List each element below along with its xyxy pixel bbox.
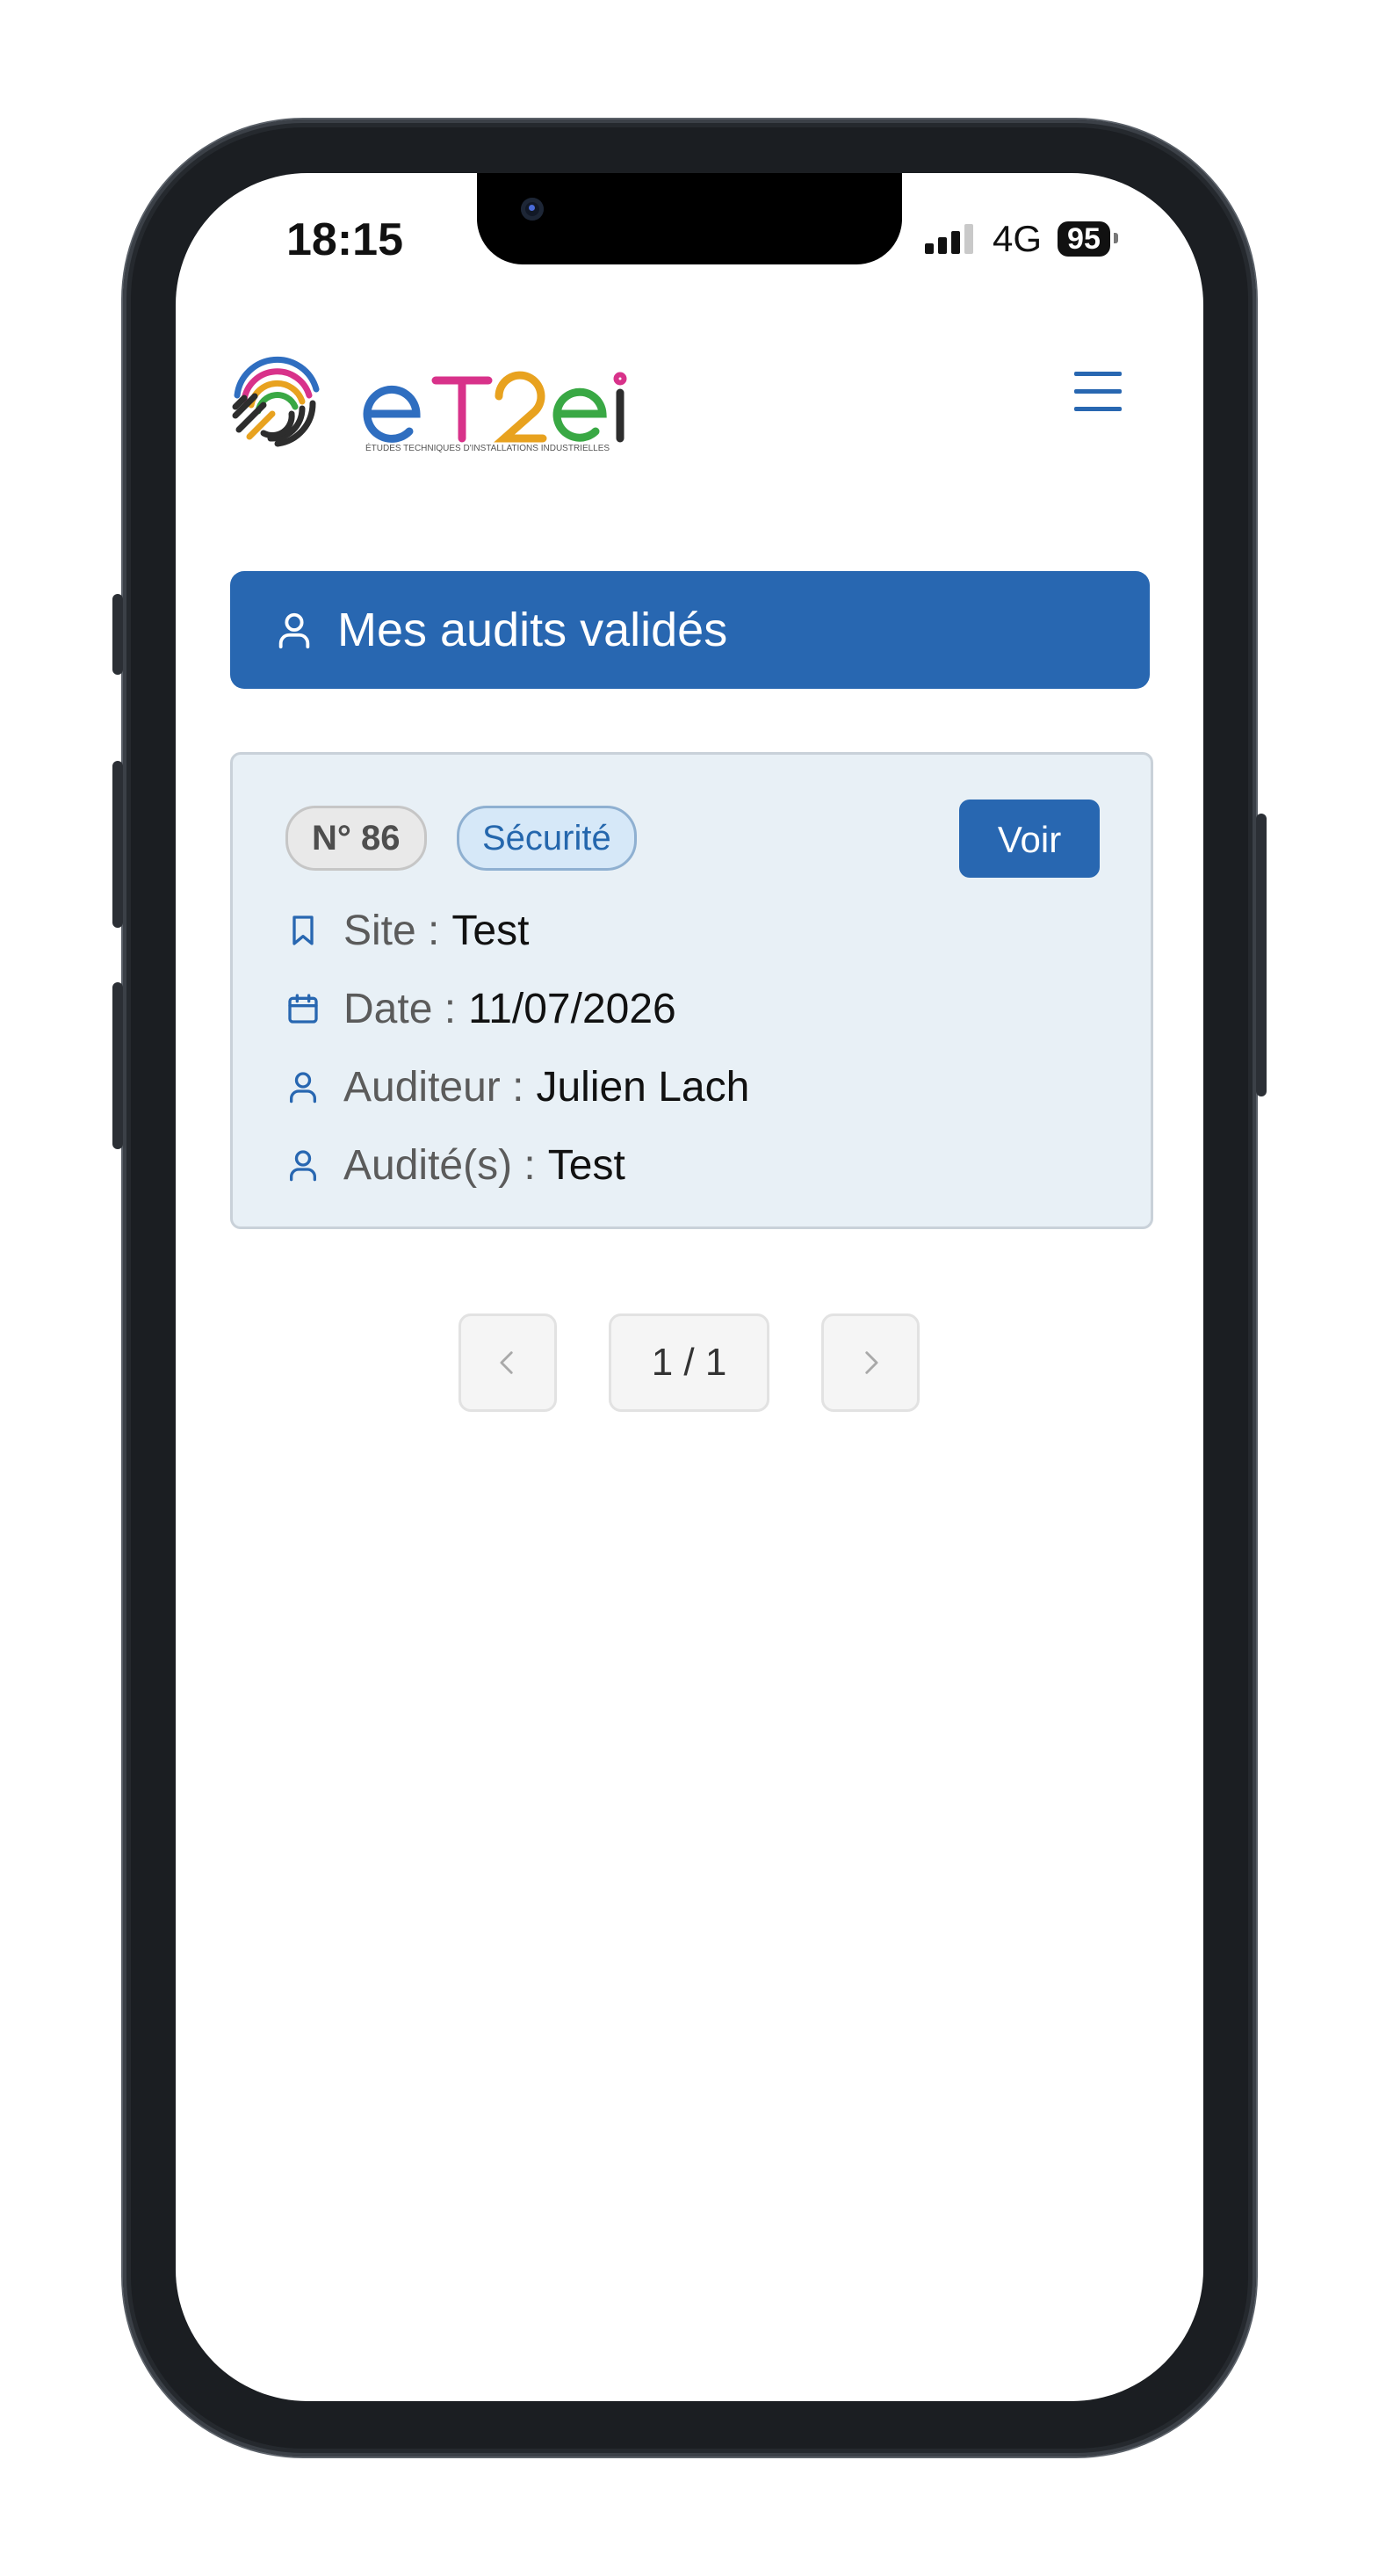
chevron-right-icon (865, 1351, 878, 1374)
next-page-button[interactable] (821, 1313, 920, 1412)
calendar-icon (288, 994, 318, 1024)
app-screen: 18:15 4G 95 ÉTUDES TECHNIQUES D'INSTALLA… (176, 173, 1203, 2401)
auditor-row: Auditeur : Julien Lach (285, 1062, 749, 1111)
phone-power-button (1256, 814, 1267, 1096)
site-label: Site : (343, 907, 440, 954)
front-camera (521, 198, 544, 221)
bookmark-icon (292, 915, 314, 945)
signal-icon (925, 224, 973, 254)
user-icon (290, 1150, 316, 1182)
company-logo: ÉTUDES TECHNIQUES D'INSTALLATIONS INDUST… (232, 356, 627, 453)
audited-label: Audité(s) : (343, 1141, 536, 1189)
auditor-value: Julien Lach (536, 1063, 750, 1111)
page-title-bar: Mes audits validés (230, 571, 1150, 689)
phone-volume-up (112, 761, 123, 928)
audited-value: Test (547, 1141, 625, 1189)
phone-volume-down (112, 982, 123, 1149)
phone-mute-switch (112, 594, 123, 675)
site-row: Site : Test (285, 906, 529, 955)
network-type: 4G (993, 218, 1043, 259)
user-icon (290, 1072, 316, 1103)
date-row: Date : 11/07/2026 (285, 984, 676, 1033)
audit-number-badge: N° 86 (285, 806, 427, 871)
view-audit-button[interactable]: Voir (959, 800, 1100, 878)
audited-row: Audité(s) : Test (285, 1140, 625, 1190)
chevron-left-icon (500, 1351, 513, 1374)
date-value: 11/07/2026 (468, 985, 676, 1032)
site-value: Test (451, 907, 530, 954)
notch (477, 173, 902, 264)
audit-card: N° 86 Sécurité Voir Site : Test Date : 1… (230, 752, 1153, 1229)
logo-tagline: ÉTUDES TECHNIQUES D'INSTALLATIONS INDUST… (365, 442, 610, 453)
page-title: Mes audits validés (337, 604, 728, 656)
status-time: 18:15 (286, 214, 403, 265)
user-icon (278, 612, 310, 649)
auditor-label: Auditeur : (343, 1063, 524, 1111)
status-indicators: 4G 95 (925, 218, 1118, 259)
battery-icon: 95 (1058, 221, 1118, 257)
audit-category-badge: Sécurité (457, 806, 637, 871)
date-label: Date : (343, 985, 457, 1032)
hamburger-menu-icon[interactable] (1072, 368, 1123, 416)
page-indicator: 1 / 1 (609, 1313, 769, 1412)
previous-page-button[interactable] (458, 1313, 557, 1412)
